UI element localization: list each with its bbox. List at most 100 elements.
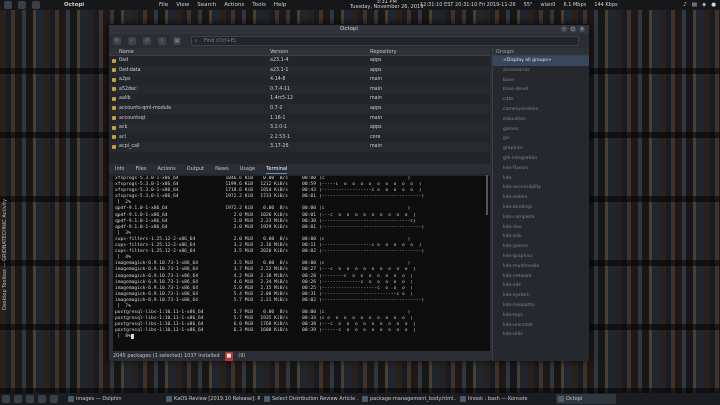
group-item[interactable]: kde-bindings xyxy=(493,203,589,213)
close-icon[interactable]: × xyxy=(579,26,585,32)
group-item[interactable]: education xyxy=(493,115,589,125)
group-item[interactable]: cdte xyxy=(493,95,589,105)
tab-files[interactable]: Files xyxy=(135,164,146,174)
network-icon[interactable]: ◈ xyxy=(702,2,706,8)
group-item[interactable]: kde-complete xyxy=(493,213,589,223)
package-row[interactable]: aalib 1.4rc5-12 main xyxy=(109,94,490,104)
file-manager-icon[interactable] xyxy=(14,395,22,403)
group-item[interactable]: kde-sdk xyxy=(493,281,589,291)
show-desktop-icon[interactable] xyxy=(50,395,58,403)
rollback-icon[interactable]: ↺ xyxy=(143,36,151,45)
taskbar-task[interactable]: package-management_body.html... xyxy=(360,394,456,404)
menu-file[interactable]: File xyxy=(159,2,168,8)
group-item[interactable]: kde-multimedia xyxy=(493,262,589,272)
group-item[interactable]: kde-toys xyxy=(493,311,589,321)
group-item[interactable]: kde xyxy=(493,174,589,184)
volume-icon[interactable]: ♪ xyxy=(683,2,687,8)
package-row[interactable]: 0ad-data a23.1-1 apps xyxy=(109,65,490,76)
tab-usage[interactable]: Usage xyxy=(240,164,256,174)
application-menu-icon[interactable] xyxy=(2,395,10,403)
group-item[interactable]: accessories xyxy=(493,66,589,76)
window-titlebar[interactable]: Octopi – □ × xyxy=(109,25,589,34)
group-item[interactable]: base-devel xyxy=(493,85,589,95)
group-item[interactable]: communication xyxy=(493,105,589,115)
tab-actions[interactable]: Actions xyxy=(157,164,175,174)
package-row[interactable]: a2ps 4.14-8 main xyxy=(109,75,490,85)
workspace-icon[interactable] xyxy=(18,1,26,9)
package-row[interactable]: 0ad a23.1-4 apps xyxy=(109,56,490,66)
tab-output[interactable]: Output xyxy=(187,164,204,174)
group-item[interactable]: gis xyxy=(493,134,589,144)
taskbar-task[interactable]: linook : bash — Konsole xyxy=(458,394,554,404)
window-list-icon[interactable] xyxy=(32,1,40,9)
group-item[interactable]: kde-admin xyxy=(493,193,589,203)
menu-tools[interactable]: Tools xyxy=(252,2,266,8)
package-row[interactable]: acl 2.2.53-1 core xyxy=(109,133,490,143)
terminal-time: 00:39 xyxy=(302,328,316,334)
commit-icon[interactable]: ✓ xyxy=(128,36,136,45)
terminal-size: 3.5 MiB xyxy=(233,249,253,255)
package-version: 2.2.53-1 xyxy=(270,134,291,140)
group-item[interactable]: kde-graphics xyxy=(493,252,589,262)
browser-icon[interactable] xyxy=(26,395,34,403)
terminal-speed: 1929 KiB/s xyxy=(260,224,288,230)
taskbar-task[interactable]: KaOS Review [2019.10 Release]: Re... xyxy=(164,394,260,404)
group-item[interactable]: kde-accessibility xyxy=(493,183,589,193)
package-name: a52dec xyxy=(109,85,268,95)
group-item[interactable]: kde-telepathy xyxy=(493,301,589,311)
terminal-size: 6.3 MiB xyxy=(233,328,253,334)
group-item[interactable]: kde-edu xyxy=(493,232,589,242)
column-version-header[interactable]: Version xyxy=(268,48,368,55)
taskbar-task[interactable]: Select Distribution Review Article ... xyxy=(262,394,358,404)
group-item[interactable]: kde-system xyxy=(493,291,589,301)
group-view-icon[interactable]: ▦ xyxy=(173,36,181,45)
group-item[interactable]: base xyxy=(493,76,589,86)
status-badge[interactable]: ■ xyxy=(224,352,234,361)
group-item[interactable]: kde-utils xyxy=(493,330,589,340)
search-icon: ⌕ xyxy=(195,38,198,44)
group-item[interactable]: kde-uninstall xyxy=(493,321,589,331)
package-row[interactable]: acpi_call 3.17-26 main xyxy=(109,142,490,152)
package-version: 1.4rc5-12 xyxy=(270,96,294,102)
taskbar-task[interactable]: images — Dolphin xyxy=(66,394,162,404)
app-launcher-icon[interactable] xyxy=(4,1,12,9)
column-repository-header[interactable]: Repository xyxy=(368,48,490,55)
tab-news[interactable]: News xyxy=(215,164,229,174)
group-item[interactable]: graphics xyxy=(493,144,589,154)
package-row[interactable]: accountsqt 1.16-1 main xyxy=(109,114,490,124)
group-item[interactable]: kde-flavors xyxy=(493,164,589,174)
minimize-icon[interactable]: – xyxy=(561,26,567,32)
terminal-output[interactable]: xfsprogs-5.3.0-1-x86_64 1046.6 KiB 0.00 B/… xyxy=(113,176,490,351)
terminal-progress-bar: [------------------------------------] xyxy=(319,194,425,200)
group-item[interactable]: <Display all groups> xyxy=(493,56,589,66)
menu-help[interactable]: Help xyxy=(274,2,287,8)
package-row[interactable]: accounts-qml-module 0.7-2 apps xyxy=(109,103,490,114)
tab-info[interactable]: Info xyxy=(115,164,124,174)
system-upgrade-icon[interactable]: ⇧ xyxy=(158,36,166,45)
window-title: Octopi xyxy=(340,26,358,32)
taskbar-task[interactable]: Octopi xyxy=(556,394,616,404)
menu-actions[interactable]: Actions xyxy=(224,2,244,8)
maximize-icon[interactable]: □ xyxy=(570,26,576,32)
terminal-speed: 1600 KiB/s xyxy=(260,328,288,334)
menu-view[interactable]: View xyxy=(176,2,189,8)
package-row[interactable]: ack 3.2.0-1 apps xyxy=(109,123,490,133)
terminal-icon[interactable] xyxy=(38,395,46,403)
group-item[interactable]: gtk-integration xyxy=(493,154,589,164)
package-row[interactable]: a52dec 0.7.4-11 main xyxy=(109,84,490,95)
group-item[interactable]: kde-games xyxy=(493,242,589,252)
tab-terminal[interactable]: Terminal xyxy=(266,164,288,174)
find-input[interactable]: ⌕ Find (Ctrl+E) xyxy=(191,36,579,46)
notifications-icon[interactable]: ● xyxy=(711,2,716,8)
taskbar: images — Dolphin KaOS Review [2019.10 Rel… xyxy=(0,393,720,405)
clipboard-icon[interactable]: ▤ xyxy=(692,2,697,8)
column-name-header[interactable]: Name xyxy=(109,48,268,55)
group-item[interactable]: games xyxy=(493,125,589,135)
terminal-time: 00:01 xyxy=(302,224,316,230)
group-item[interactable]: kde-network xyxy=(493,272,589,282)
clock[interactable]: 3:31 PM Tuesday, November 26, 2019 xyxy=(350,0,423,10)
group-item[interactable]: kde-dev xyxy=(493,223,589,233)
menu-search[interactable]: Search xyxy=(197,2,216,8)
refresh-icon[interactable]: ⟳ xyxy=(113,36,121,45)
terminal-scrollbar[interactable] xyxy=(486,175,488,215)
